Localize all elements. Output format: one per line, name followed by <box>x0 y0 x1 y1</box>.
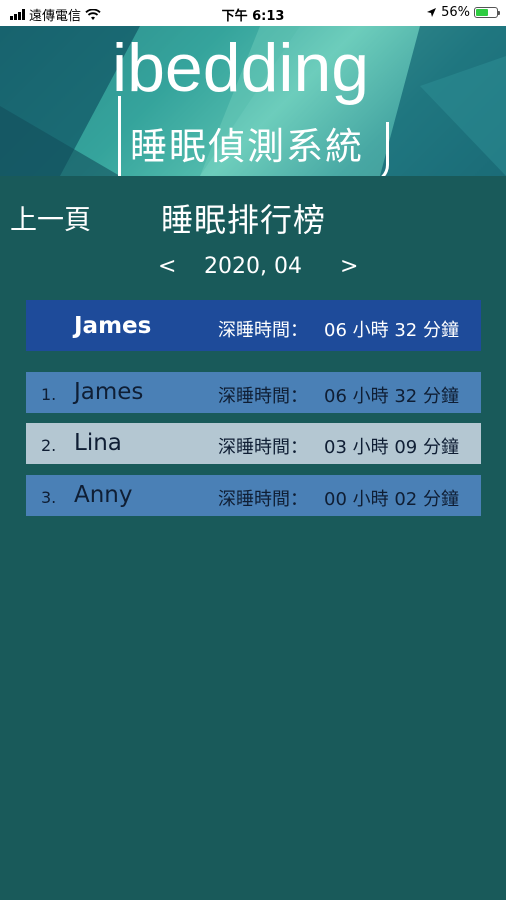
page-title: 睡眠排行榜 <box>161 201 327 239</box>
next-month-button[interactable]: > <box>340 254 358 279</box>
battery-fill <box>476 9 488 16</box>
rank-number: 1. <box>41 385 57 404</box>
rank-number: 3. <box>41 488 57 507</box>
deep-sleep-label: 深睡時間： <box>218 437 308 458</box>
user-name: James <box>74 379 144 405</box>
app-logo-subtitle: 睡眠偵測系統 <box>130 125 364 168</box>
current-user-row: James 深睡時間： 06 小時 32 分鐘 <box>26 300 481 351</box>
deep-sleep-value: 06 小時 32 分鐘 <box>324 320 459 341</box>
status-bar: 遠傳電信 下午 6:13 56% <box>0 0 506 26</box>
month-navigator: < 2020, 04 > <box>0 254 506 282</box>
current-month: 2020, 04 <box>204 254 302 279</box>
user-name: Lina <box>74 430 122 456</box>
deep-sleep-label: 深睡時間： <box>218 489 308 510</box>
status-right: 56% <box>426 5 500 20</box>
location-arrow-icon <box>427 8 437 17</box>
ranking-row[interactable]: 1. James 深睡時間： 06 小時 32 分鐘 <box>26 372 481 413</box>
battery-icon <box>474 7 500 18</box>
app-logo-word: ibedding <box>112 30 370 106</box>
deep-sleep-label: 深睡時間： <box>218 320 308 341</box>
back-button[interactable]: 上一頁 <box>10 198 91 237</box>
logo-letter-stem <box>118 96 121 176</box>
battery-percent: 56% <box>441 5 470 20</box>
previous-month-button[interactable]: < <box>158 254 176 279</box>
ranking-row[interactable]: 2. Lina 深睡時間： 03 小時 09 分鐘 <box>26 423 481 464</box>
rank-number: 2. <box>41 436 57 455</box>
app-banner: ibedding 睡眠偵測系統 <box>0 26 506 176</box>
user-name: Anny <box>74 482 133 508</box>
deep-sleep-value: 00 小時 02 分鐘 <box>324 489 459 510</box>
current-user-name: James <box>74 313 152 339</box>
deep-sleep-value: 06 小時 32 分鐘 <box>324 386 459 407</box>
ranking-row[interactable]: 3. Anny 深睡時間： 00 小時 02 分鐘 <box>26 475 481 516</box>
deep-sleep-value: 03 小時 09 分鐘 <box>324 437 459 458</box>
deep-sleep-label: 深睡時間： <box>218 386 308 407</box>
